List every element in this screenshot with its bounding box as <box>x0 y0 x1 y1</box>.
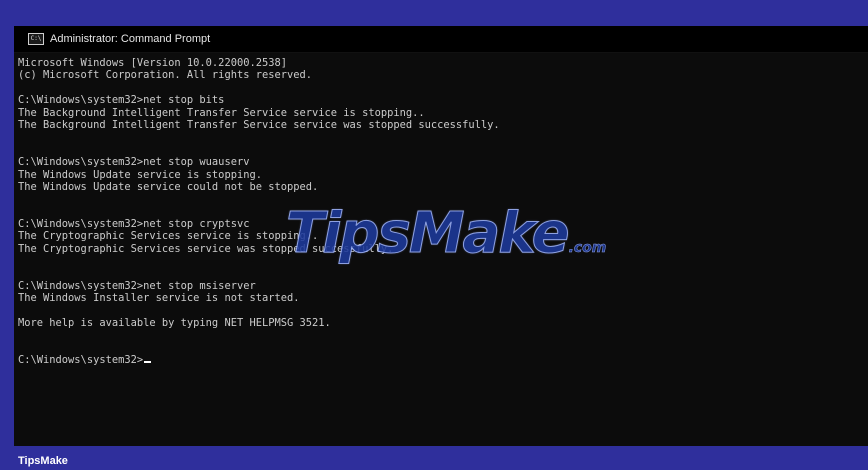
cmd-icon: C:\ <box>28 33 44 45</box>
console-line: The Cryptographic Services service was s… <box>18 242 394 255</box>
console-line: The Windows Update service could not be … <box>18 180 319 193</box>
page-frame: C:\ Administrator: Command Prompt Micros… <box>0 0 868 470</box>
text-cursor <box>144 361 152 364</box>
console-output[interactable]: Microsoft Windows [Version 10.0.22000.25… <box>14 53 868 367</box>
footer-brand: TipsMake <box>18 455 68 467</box>
window-titlebar[interactable]: C:\ Administrator: Command Prompt <box>14 26 868 53</box>
console-line: The Background Intelligent Transfer Serv… <box>18 106 425 119</box>
console-line: The Cryptographic Services service is st… <box>18 230 319 243</box>
command-prompt-window[interactable]: C:\ Administrator: Command Prompt Micros… <box>14 26 868 446</box>
console-prompt-line[interactable]: C:\Windows\system32> <box>18 354 868 366</box>
console-line: Microsoft Windows [Version 10.0.22000.25… <box>18 57 287 69</box>
console-line: The Background Intelligent Transfer Serv… <box>18 118 500 131</box>
console-line: C:\Windows\system32>net stop msiserver <box>18 280 256 293</box>
console-line: C:\Windows\system32>net stop bits <box>18 94 225 107</box>
console-prompt: C:\Windows\system32> <box>18 354 144 367</box>
console-line: (c) Microsoft Corporation. All rights re… <box>18 69 313 82</box>
window-title: Administrator: Command Prompt <box>50 33 211 45</box>
console-line: C:\Windows\system32>net stop cryptsvc <box>18 218 250 231</box>
console-line: More help is available by typing NET HEL… <box>18 317 331 330</box>
console-line: C:\Windows\system32>net stop wuauserv <box>18 156 250 169</box>
console-line: The Windows Update service is stopping. <box>18 168 262 181</box>
console-line: The Windows Installer service is not sta… <box>18 292 300 305</box>
